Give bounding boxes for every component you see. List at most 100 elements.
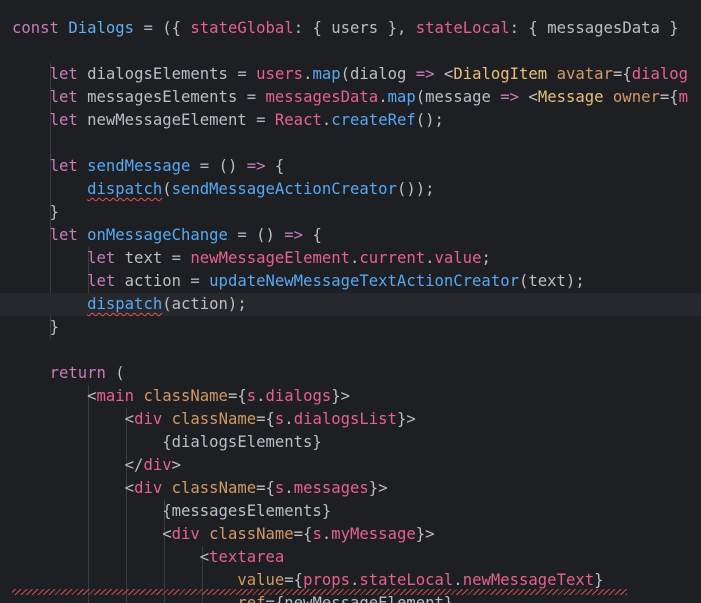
code-token: } (49, 203, 59, 221)
code-line[interactable]: } (12, 201, 59, 224)
code-token: . (378, 88, 388, 106)
code-line[interactable]: let text = newMessageElement.current.val… (12, 247, 491, 270)
code-token: DialogItem (453, 65, 548, 83)
code-token: let (87, 249, 116, 267)
code-token: Message (537, 88, 604, 106)
code-token: let (49, 157, 78, 175)
code-line[interactable]: let dialogsElements = users.map(dialog =… (12, 63, 689, 86)
code-token: className (143, 387, 228, 405)
code-token: let (49, 111, 78, 129)
code-token: . (256, 387, 266, 405)
code-line[interactable]: dispatch(sendMessageActionCreator()); (12, 178, 435, 201)
code-token: newMessageElement (77, 111, 257, 129)
code-token: < (124, 479, 135, 497)
code-token: let (49, 88, 78, 106)
code-token: className (171, 479, 257, 497)
code-token: . (284, 410, 294, 428)
code-token: < (199, 548, 210, 566)
code-token: . (321, 111, 332, 129)
code-line[interactable]: ref={newMessageElement} (12, 592, 453, 603)
code-token: ( (340, 65, 351, 83)
code-editor[interactable]: const Dialogs = ({ stateGlobal: { users … (0, 0, 701, 603)
code-line[interactable]: </div> (12, 454, 181, 477)
code-token: let (87, 272, 116, 290)
code-token: Dialogs (68, 19, 135, 37)
code-token: } (594, 571, 604, 589)
code-token: dialogsList (293, 410, 397, 428)
code-token: . (425, 249, 435, 267)
code-token: . (284, 479, 294, 497)
code-token: ( (415, 88, 426, 106)
code-token: = (237, 226, 247, 244)
code-token: main (96, 387, 135, 405)
code-token: messagesData (265, 88, 379, 106)
code-token: map (387, 88, 416, 106)
code-token: div (134, 479, 163, 497)
code-token: stateGlobal (190, 19, 294, 37)
code-line[interactable]: return ( (12, 362, 125, 385)
code-token: owner (612, 88, 660, 106)
code-line[interactable]: <div className={s.myMessage}> (12, 523, 434, 546)
code-line[interactable]: const Dialogs = ({ stateGlobal: { users … (12, 17, 679, 40)
code-line[interactable]: let newMessageElement = React.createRef(… (12, 109, 444, 132)
code-line[interactable]: let action = updateNewMessageTextActionC… (12, 270, 585, 293)
code-token: action (115, 272, 191, 290)
code-token: (text); (518, 272, 585, 290)
code-token: => (284, 226, 304, 244)
code-token: </ (124, 456, 144, 474)
code-token: ={ (659, 88, 679, 106)
code-token: }> (331, 387, 351, 405)
code-token: < (162, 525, 172, 543)
code-line[interactable]: let onMessageChange = () => { (12, 224, 322, 247)
code-token: () (218, 157, 247, 175)
code-token: s (274, 410, 285, 428)
code-token: . (453, 571, 463, 589)
code-token: div (171, 525, 200, 543)
code-token: = (256, 111, 266, 129)
code-token: ={ (227, 387, 247, 405)
code-token: value (237, 571, 285, 589)
code-token: ={ (612, 65, 632, 83)
code-line[interactable]: <div className={s.dialogsList}> (12, 408, 416, 431)
code-line[interactable]: {dialogsElements} (12, 431, 322, 454)
code-token: s (274, 479, 285, 497)
code-token: text (115, 249, 172, 267)
current-code-line[interactable]: dispatch(action); (0, 293, 701, 316)
code-token: className (171, 410, 257, 428)
code-token: sendMessage (87, 157, 191, 175)
code-line[interactable]: {messagesElements} (12, 500, 331, 523)
code-line[interactable]: <div className={s.messages}> (12, 477, 388, 500)
code-line[interactable]: let messagesElements = messagesData.map(… (12, 86, 688, 109)
code-token: ()); (396, 180, 435, 198)
code-token: message (425, 88, 501, 106)
code-line[interactable]: <main className={s.dialogs}> (12, 385, 350, 408)
code-token: ( (162, 180, 172, 198)
code-line[interactable]: let sendMessage = () => { (12, 155, 285, 178)
code-line[interactable]: <textarea (12, 546, 285, 569)
code-token: div (143, 456, 172, 474)
code-line[interactable]: } (12, 316, 59, 339)
code-token: let (49, 226, 78, 244)
